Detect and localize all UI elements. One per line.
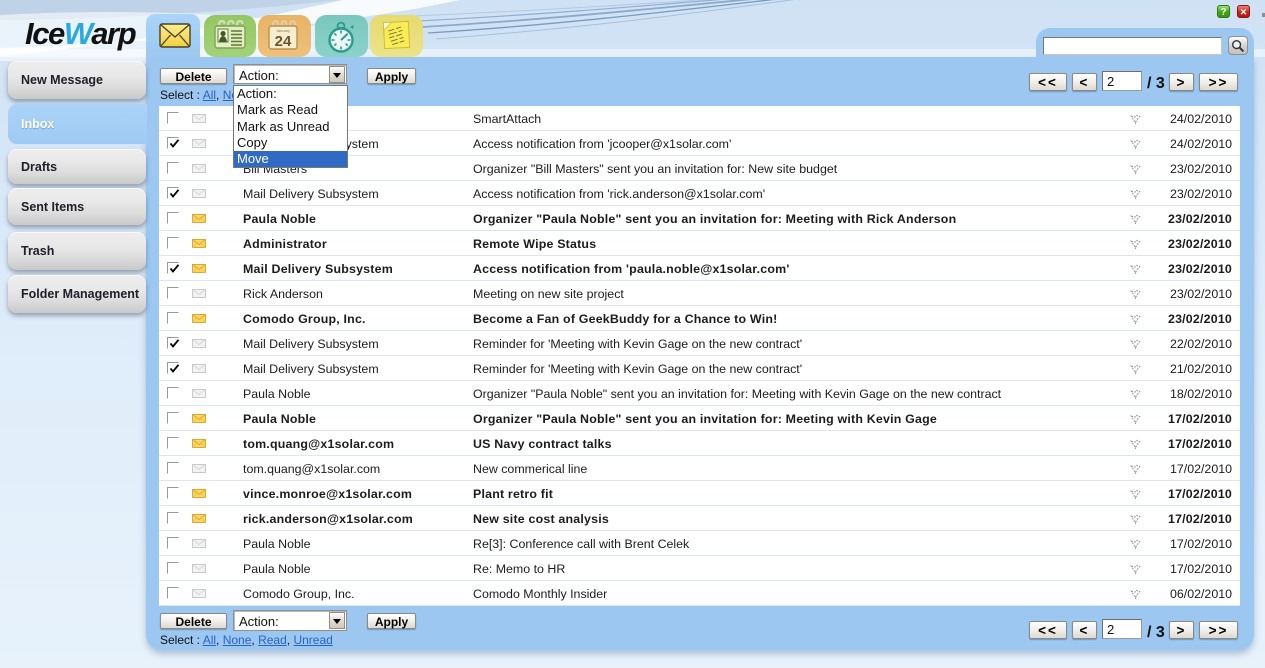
svg-text:24: 24 xyxy=(275,33,292,50)
